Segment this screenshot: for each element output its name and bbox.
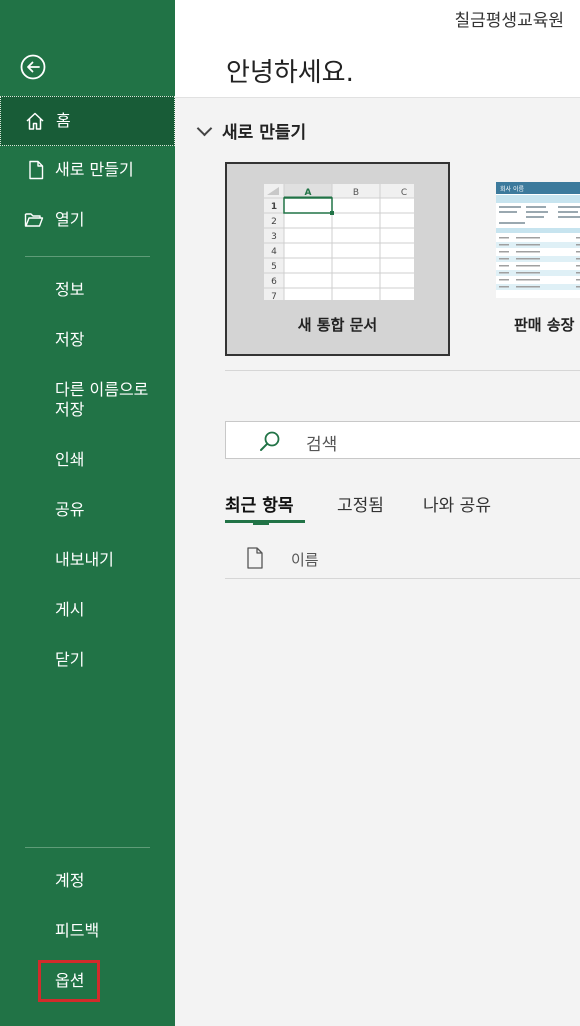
- chevron-down-icon: [196, 120, 213, 137]
- row-header: 1: [271, 202, 277, 212]
- sidebar-item-label: 닫기: [55, 650, 85, 669]
- invoice-title: 회사 이름: [500, 185, 524, 193]
- sidebar-item-label: 저장: [55, 330, 85, 349]
- sidebar-item-label: 게시: [55, 600, 85, 619]
- file-icon: [247, 547, 263, 569]
- sidebar-item-save-as[interactable]: 다른 이름으로 저장: [0, 380, 175, 420]
- back-arrow-icon[interactable]: [20, 54, 46, 80]
- template-blank-workbook[interactable]: A B C 1 2 3 4 5 6 7 새 통합 문서: [225, 162, 450, 356]
- page-title: 안녕하세요.: [226, 58, 354, 88]
- sidebar-item-label: 새로 만들기: [55, 160, 134, 179]
- sidebar-item-label: 홈: [56, 111, 71, 130]
- invoice-preview: 회사 이름: [496, 182, 580, 298]
- sidebar-item-feedback[interactable]: 피드백: [0, 921, 175, 941]
- sidebar-item-info[interactable]: 정보: [0, 280, 175, 300]
- col-header-a: A: [305, 188, 312, 198]
- sidebar-item-save[interactable]: 저장: [0, 330, 175, 350]
- sidebar-item-label: 내보내기: [55, 550, 114, 569]
- row-header: 6: [271, 277, 277, 287]
- sidebar-item-print[interactable]: 인쇄: [0, 450, 175, 470]
- row-header: 3: [271, 232, 277, 242]
- template-name: 새 통합 문서: [297, 316, 378, 334]
- search-icon: [260, 431, 280, 451]
- sidebar-item-new[interactable]: 새로 만들기: [0, 160, 175, 180]
- search-input[interactable]: 검색: [306, 430, 337, 455]
- search-box[interactable]: 검색: [225, 421, 580, 459]
- column-header-name[interactable]: 이름: [291, 549, 319, 570]
- sheet-grid: A B C 1 2 3 4 5 6 7: [264, 184, 414, 300]
- options-highlight-box: [38, 960, 100, 1002]
- sidebar-item-share[interactable]: 공유: [0, 500, 175, 520]
- sidebar-item-account[interactable]: 계정: [0, 871, 175, 891]
- sidebar-item-close[interactable]: 닫기: [0, 650, 175, 670]
- home-icon: [26, 112, 44, 130]
- new-section-header[interactable]: 새로 만들기: [196, 118, 307, 143]
- row-header: 5: [271, 262, 277, 272]
- row-header: 4: [271, 247, 277, 257]
- row-header: 2: [271, 217, 277, 227]
- invoice-thumbnail: 회사 이름: [496, 182, 580, 298]
- sidebar-item-publish[interactable]: 게시: [0, 600, 175, 620]
- row-header: 7: [271, 292, 277, 300]
- sidebar-item-label: 인쇄: [55, 450, 85, 469]
- sidebar-item-label: 정보: [55, 280, 85, 299]
- sidebar-item-export[interactable]: 내보내기: [0, 550, 175, 570]
- new-section-title: 새로 만들기: [222, 123, 307, 143]
- sidebar-item-label: 공유: [55, 500, 85, 519]
- sidebar-item-home[interactable]: 홈: [0, 96, 175, 146]
- header-bar: 칠금평생교육원 안녕하세요.: [175, 0, 580, 98]
- tab-recent[interactable]: 최근 항목: [225, 491, 293, 516]
- folder-open-icon: [24, 213, 44, 227]
- blank-sheet-thumbnail: A B C 1 2 3 4 5 6 7: [264, 184, 414, 300]
- sidebar-item-label: 계정: [55, 871, 85, 890]
- user-name[interactable]: 칠금평생교육원: [455, 6, 564, 31]
- col-header-c: C: [401, 188, 407, 198]
- col-header-b: B: [353, 188, 359, 198]
- backstage-sidebar: 홈 새로 만들기 열기 정보 저장 다른 이름으로 저장 인쇄 공유 내보내기 …: [0, 0, 175, 1026]
- active-tab-indicator-notch: [253, 523, 269, 525]
- section-divider: [225, 370, 580, 371]
- sidebar-item-open[interactable]: 열기: [0, 210, 175, 230]
- sidebar-divider: [25, 847, 150, 848]
- list-divider: [225, 578, 580, 579]
- tab-pinned[interactable]: 고정됨: [337, 491, 384, 516]
- sidebar-item-label: 피드백: [55, 921, 100, 940]
- sidebar-item-label: 다른 이름으로 저장: [55, 380, 149, 419]
- new-file-icon: [29, 160, 44, 180]
- tab-shared-with-me[interactable]: 나와 공유: [423, 491, 491, 516]
- sidebar-divider: [25, 256, 150, 257]
- sidebar-item-label: 열기: [55, 210, 85, 229]
- template-sales-invoice[interactable]: 회사 이름 판매 송장: [488, 162, 580, 356]
- template-name: 판매 송장: [514, 316, 575, 334]
